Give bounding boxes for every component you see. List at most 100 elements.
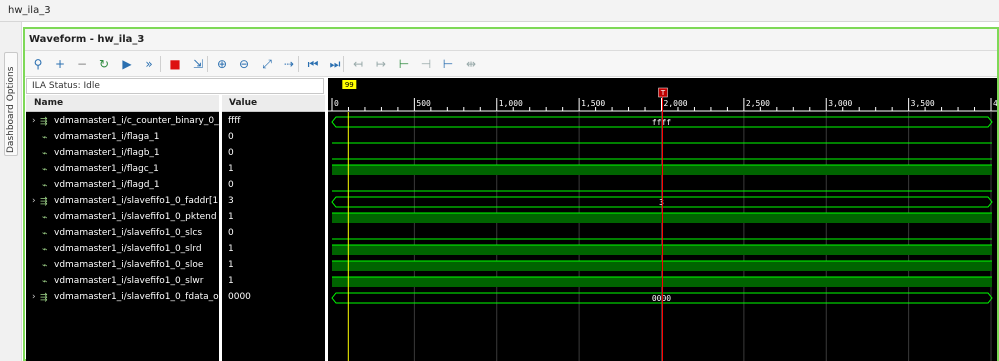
- signal-value: 1: [228, 212, 234, 222]
- go-to-end-icon[interactable]: ⏭: [326, 55, 344, 73]
- signal-row[interactable]: ⌁ vdmamaster1_i/slavefifo1_0_slcs: [26, 226, 219, 242]
- zoom-fit-icon[interactable]: ⤢: [258, 55, 276, 73]
- wire-signal-icon: ⌁: [42, 245, 48, 255]
- tick-label: 3,000: [828, 99, 852, 108]
- add-marker-icon[interactable]: ⊢: [395, 55, 413, 73]
- signal-name: vdmamaster1_i/flagc_1: [54, 164, 159, 174]
- signal-names-column: Name › ⇶ vdmamaster1_i/c_counter_binary_0_…: [26, 95, 255, 361]
- signal-row[interactable]: ⌁ vdmamaster1_i/slavefifo1_0_slrd: [26, 242, 219, 258]
- signal-values-column: Value ffff 0 0 1 0 3 1 0 1 1 1 0000: [222, 95, 325, 361]
- signal-row[interactable]: ⌁ vdmamaster1_i/flagc_1: [26, 162, 219, 178]
- search-icon[interactable]: ⚲: [29, 55, 47, 73]
- export-icon[interactable]: ⇲: [189, 55, 207, 73]
- bus-signal-icon: ⇶: [40, 117, 48, 127]
- bus-signal-icon: ⇶: [40, 293, 48, 303]
- signal-value: ffff: [228, 116, 241, 126]
- signal-name: vdmamaster1_i/flagd_1: [54, 180, 160, 190]
- dashboard-options-tab[interactable]: Dashboard Options: [4, 52, 18, 156]
- signal-name: vdmamaster1_i/slavefifo1_0_slrd: [54, 244, 202, 254]
- signal-row[interactable]: › ⇶ vdmamaster1_i/slavefifo1_0_faddr[1:0]: [26, 194, 231, 210]
- signal-name: vdmamaster1_i/flaga_1: [54, 132, 160, 142]
- prev-transition-icon[interactable]: ↤: [349, 55, 367, 73]
- panel-title: Waveform - hw_ila_3: [29, 34, 145, 45]
- signal-value-row[interactable]: 1: [222, 242, 325, 258]
- signal-value-row[interactable]: 0: [222, 130, 325, 146]
- waveform-panel: Waveform - hw_ila_3 ⚲ + − ↻ ▶» ■ ⇲ ⊕ ⊖ ⤢ ⇢ ⏮ ⏭ ↤ ↦ ⊢ ⊣ ⊢ ⇹…: [23, 27, 999, 361]
- signal-value: 3: [228, 196, 234, 206]
- ila-status-text: ILA Status: Idle: [32, 81, 100, 91]
- signal-value-row[interactable]: 1: [222, 162, 325, 178]
- signal-value-row[interactable]: 0000: [222, 290, 325, 306]
- signal-name: vdmamaster1_i/slavefifo1_0_slcs: [54, 228, 203, 238]
- bus-signal-icon: ⇶: [40, 197, 48, 207]
- cursor-label: T: [660, 89, 666, 97]
- waveform-toolbar: ⚲ + − ↻ ▶» ■ ⇲ ⊕ ⊖ ⤢ ⇢ ⏮ ⏭ ↤ ↦ ⊢ ⊣ ⊢ ⇹: [25, 51, 997, 77]
- name-column-label: Name: [34, 98, 64, 108]
- expand-chevron-icon[interactable]: ›: [32, 292, 36, 302]
- tick-label: 500: [416, 99, 431, 108]
- signal-name: vdmamaster1_i/flagb_1: [54, 148, 160, 158]
- signal-value: 1: [228, 164, 234, 174]
- signal-row[interactable]: ⌁ vdmamaster1_i/slavefifo1_0_sloe: [26, 258, 219, 274]
- value-column-header[interactable]: Value: [222, 95, 325, 112]
- next-marker-icon[interactable]: ⊢: [439, 55, 457, 73]
- name-column-header[interactable]: Name: [26, 95, 219, 112]
- go-to-cursor-icon[interactable]: ⇢: [280, 55, 298, 73]
- signal-value-row[interactable]: 0: [222, 178, 325, 194]
- tick-label: 0: [334, 99, 339, 108]
- tick-label: 2,500: [746, 99, 770, 108]
- add-icon[interactable]: +: [51, 55, 69, 73]
- waveform-svg[interactable]: 0 500 1,000 1,500 2,000 2,500 3,000 3,500 4,000 f…: [328, 78, 997, 361]
- swap-cursors-icon[interactable]: ⇹: [462, 55, 480, 73]
- signal-row[interactable]: ⌁ vdmamaster1_i/flagb_1: [26, 146, 219, 162]
- tick-label: 2,000: [664, 99, 688, 108]
- tick-label: 1,500: [581, 99, 605, 108]
- signal-value-row[interactable]: 1: [222, 274, 325, 290]
- signal-row[interactable]: ⌁ vdmamaster1_i/slavefifo1_0_pktend: [26, 210, 219, 226]
- remove-icon[interactable]: −: [73, 55, 91, 73]
- signal-value: 0: [228, 180, 234, 190]
- dashboard-options-label: Dashboard Options: [6, 66, 16, 153]
- stop-icon[interactable]: ■: [166, 55, 184, 73]
- waveform-canvas[interactable]: 0 500 1,000 1,500 2,000 2,500 3,000 3,500 4,000 f…: [328, 78, 997, 361]
- signal-value-row[interactable]: 1: [222, 210, 325, 226]
- signal-row[interactable]: › ⇶ vdmamaster1_i/c_counter_binary_0_Q[15:…: [26, 114, 253, 130]
- signal-row[interactable]: ⌁ vdmamaster1_i/slavefifo1_0_slwr: [26, 274, 219, 290]
- wire-signal-icon: ⌁: [42, 165, 48, 175]
- expand-chevron-icon[interactable]: ›: [32, 116, 36, 126]
- signal-value-row[interactable]: 1: [222, 258, 325, 274]
- signal-value-row[interactable]: 0: [222, 146, 325, 162]
- signal-value: 0: [228, 132, 234, 142]
- signal-value: 0000: [228, 292, 251, 302]
- signal-row[interactable]: ⌁ vdmamaster1_i/flagd_1: [26, 178, 219, 194]
- wire-signal-icon: ⌁: [42, 149, 48, 159]
- signal-row[interactable]: ⌁ vdmamaster1_i/flaga_1: [26, 130, 219, 146]
- signal-value-row[interactable]: ffff: [222, 114, 325, 130]
- run-immediate-icon[interactable]: »: [140, 55, 158, 73]
- next-transition-icon[interactable]: ↦: [372, 55, 390, 73]
- expand-chevron-icon[interactable]: ›: [32, 196, 36, 206]
- zoom-in-icon[interactable]: ⊕: [213, 55, 231, 73]
- signal-value: 1: [228, 244, 234, 254]
- prev-marker-icon[interactable]: ⊣: [417, 55, 435, 73]
- bus-value-label: ffff: [652, 118, 671, 127]
- signal-value-row[interactable]: 3: [222, 194, 325, 210]
- run-trigger-icon[interactable]: ▶: [118, 55, 136, 73]
- signal-row[interactable]: › ⇶ vdmamaster1_i/slavefifo1_0_fdata_out[1…: [26, 290, 255, 306]
- go-to-start-icon[interactable]: ⏮: [304, 55, 322, 73]
- signal-value-row[interactable]: 0: [222, 226, 325, 242]
- toolbar-separator: [207, 56, 208, 72]
- wire-signal-icon: ⌁: [42, 181, 48, 191]
- refresh-icon[interactable]: ↻: [95, 55, 113, 73]
- signal-name: vdmamaster1_i/slavefifo1_0_sloe: [54, 260, 204, 270]
- window-tab-title[interactable]: hw_ila_3: [8, 5, 51, 16]
- bus-value-label: 0000: [652, 294, 671, 303]
- left-side-strip: Dashboard Options: [0, 22, 22, 361]
- value-column-label: Value: [229, 98, 258, 108]
- signal-value: 0: [228, 228, 234, 238]
- ila-status-box: ILA Status: Idle: [26, 78, 324, 94]
- toolbar-separator: [160, 56, 161, 72]
- tick-label: 3,500: [911, 99, 935, 108]
- zoom-out-icon[interactable]: ⊖: [235, 55, 253, 73]
- signal-name: vdmamaster1_i/slavefifo1_0_slwr: [54, 276, 204, 286]
